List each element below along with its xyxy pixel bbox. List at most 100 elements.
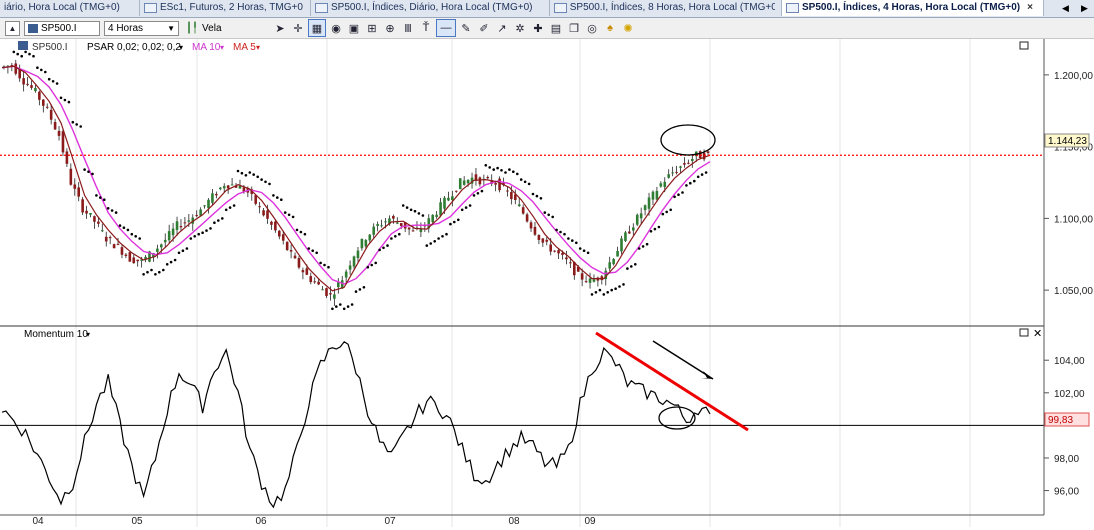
crosshair-icon[interactable]: ✛ (290, 20, 306, 36)
ma5-label[interactable]: MA 5 (233, 42, 256, 53)
psar-dot (268, 182, 271, 186)
psar-dot (696, 175, 700, 179)
tab-4[interactable]: SP500.I, Índices, 8 Horas, Hora Local (T… (550, 0, 782, 16)
psar-dot (209, 227, 212, 230)
psar-dot (28, 52, 31, 56)
text-icon[interactable]: Ⅲ (400, 20, 416, 36)
candle-body (160, 244, 163, 248)
candle-body (124, 254, 128, 256)
text-tool-icon[interactable]: Ť (418, 20, 434, 36)
candle-body (687, 162, 690, 164)
candle-body (333, 294, 336, 299)
psar-dot (248, 171, 252, 174)
psar-dot (429, 242, 433, 245)
close-momentum-panel-icon[interactable]: ✕ (1033, 328, 1042, 340)
candle-body (297, 258, 301, 268)
candle-body (435, 214, 438, 218)
psar-dot (299, 230, 303, 234)
candle-body (529, 222, 533, 229)
candle-body (494, 182, 497, 185)
momentum-label[interactable]: Momentum 10 (24, 329, 88, 340)
grid-icon[interactable]: ▦ (308, 19, 326, 37)
bell-icon[interactable]: ♠ (602, 20, 618, 36)
psar-dot (232, 204, 236, 207)
chart-area[interactable]: 1.200,00 1.150,00 1.100,00 1.050,00 104,00 1… (0, 39, 1094, 527)
tab-1[interactable]: iário, Hora Local (TMG+0) (0, 0, 140, 16)
collapse-toolbar-icon[interactable]: ▲ (5, 20, 20, 36)
candle-body (167, 231, 171, 241)
psar-dot (181, 249, 185, 252)
candle-body (77, 187, 80, 197)
candle-body (344, 271, 348, 278)
tab-scroll-left-icon[interactable]: ◀ (1062, 3, 1069, 14)
psar-dot (103, 198, 106, 201)
momentum-tick-label: 104,00 (1054, 356, 1085, 367)
chart-type-select[interactable]: ┃╿ Vela (183, 21, 267, 36)
candle-body (65, 151, 69, 164)
candle-body (517, 204, 521, 207)
chart-svg[interactable]: 1.200,001.150,001.100,001.050,00 104,001… (0, 39, 1094, 527)
psar-dot (673, 195, 676, 199)
tab-3[interactable]: SP500.I, Índices, Diário, Hora Local (TM… (311, 0, 550, 16)
candle-body (120, 247, 124, 255)
psar-dot (382, 246, 385, 250)
arrow-icon[interactable]: ↗ (494, 20, 510, 36)
price-tick-label: 1.050,00 (1054, 286, 1093, 297)
candle-body (478, 177, 482, 185)
psar-dot (130, 232, 134, 236)
zoom-icon[interactable]: ◉ (328, 20, 344, 36)
psar-dot (543, 211, 547, 214)
ma10-label[interactable]: MA 10 (192, 42, 221, 53)
cursor-icon[interactable]: ➤ (272, 20, 288, 36)
psar-dot (622, 283, 625, 286)
psar-dot (295, 228, 299, 232)
indicators-icon[interactable]: ✚ (530, 20, 546, 36)
candle-body (698, 151, 702, 159)
candle-body (53, 122, 57, 130)
psar-dot (154, 273, 157, 276)
copy-icon[interactable]: ❐ (566, 20, 582, 36)
calendar-icon[interactable]: ▤ (548, 20, 564, 36)
psar-dot (244, 174, 248, 177)
fibonacci-icon[interactable]: ⊞ (364, 20, 380, 36)
interval-value: 4 Horas (108, 22, 144, 34)
psar-dot (677, 193, 680, 196)
psar-dot (409, 208, 413, 212)
interval-select[interactable]: 4 Horas ▼ (104, 20, 179, 36)
psar-dot (700, 173, 704, 176)
brush-icon[interactable]: ✐ (476, 20, 492, 36)
candle-body (175, 221, 179, 230)
ma10-chevron-icon: ▾ (220, 43, 224, 52)
candle-body (616, 250, 619, 257)
psar-dot (24, 50, 27, 54)
psar-dot (327, 265, 330, 269)
tab-scroll-right-icon[interactable]: ▶ (1081, 3, 1088, 14)
pencil-icon[interactable]: ✎ (458, 20, 474, 36)
chevron-down-icon: ▼ (167, 23, 175, 33)
psar-dot (453, 220, 456, 224)
alert-icon[interactable]: ◎ (584, 20, 600, 36)
psar-label[interactable]: PSAR 0,02; 0,02; 0,2 (87, 42, 181, 53)
candle-body (671, 172, 674, 174)
symbol-input[interactable]: SP500.I (24, 20, 100, 36)
settings-icon[interactable]: ✲ (512, 20, 528, 36)
candle-body (14, 63, 18, 74)
tab-5[interactable]: SP500.I, Índices, 4 Horas, Hora Local (T… (782, 0, 1044, 16)
price-tick-label: 1.100,00 (1054, 214, 1093, 225)
star-icon[interactable]: ✺ (620, 20, 636, 36)
candle-body (368, 234, 372, 241)
tab-bar: iário, Hora Local (TMG+0) ESc1, Futuros, … (0, 0, 1094, 18)
close-tab-icon[interactable]: × (1027, 0, 1033, 16)
candle-body (659, 183, 663, 187)
window-icon[interactable]: ▣ (346, 20, 362, 36)
psar-dot (110, 209, 114, 212)
tab-label: SP500.I, Índices, 8 Horas, Hora Local (T… (569, 2, 775, 13)
tab-2[interactable]: ESc1, Futuros, 2 Horas, TMG+0 (140, 0, 311, 16)
zoom-in-icon[interactable]: ⊕ (382, 20, 398, 36)
psar-dot (472, 194, 476, 197)
line-icon[interactable]: — (436, 19, 456, 37)
psar-dot (95, 194, 98, 197)
momentum-tick-label: 102,00 (1054, 389, 1085, 400)
candle-body (45, 106, 49, 108)
candle-body (81, 199, 84, 213)
